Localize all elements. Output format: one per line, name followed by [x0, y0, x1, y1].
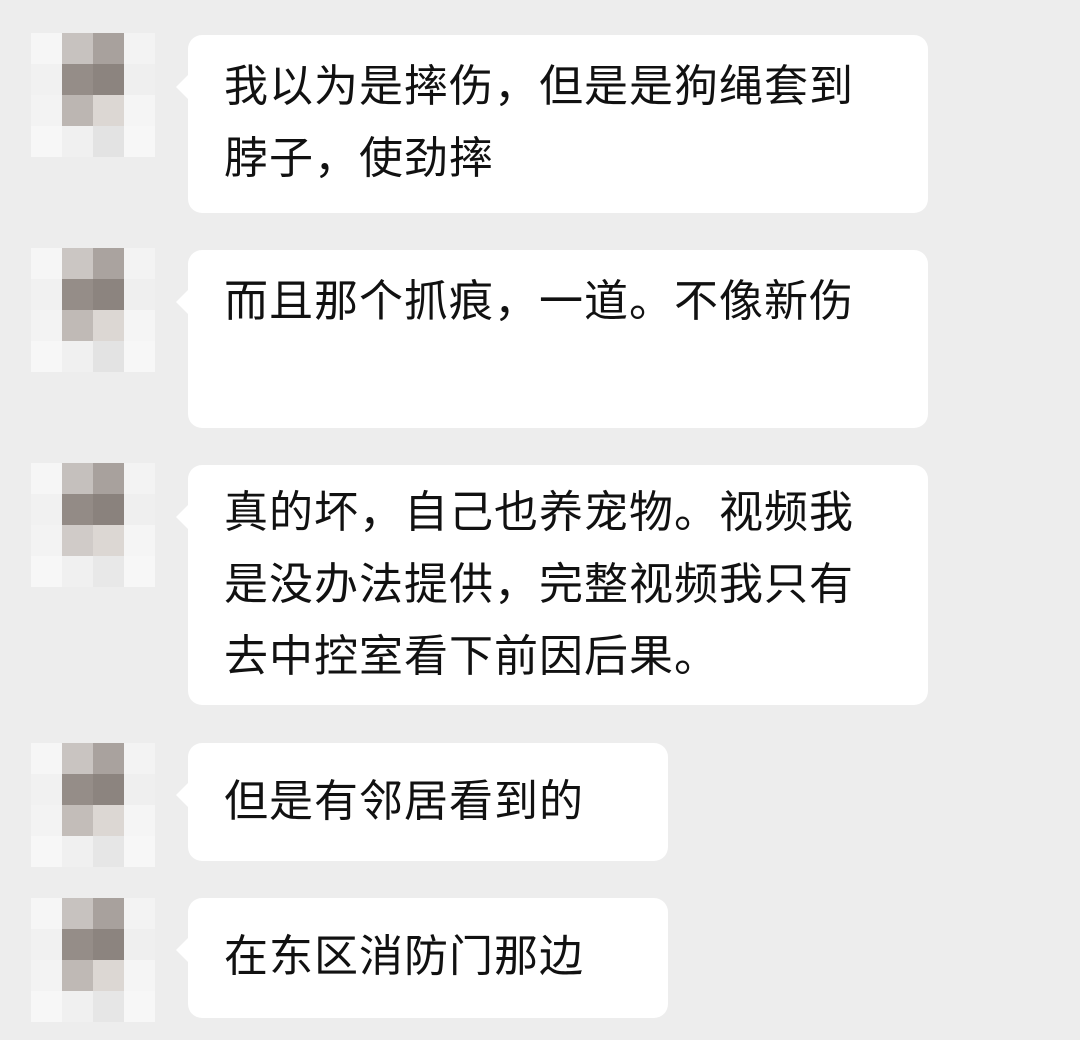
message-row: 我以为是摔伤，但是是狗绳套到脖子，使劲摔: [0, 33, 1080, 213]
message-row: 在东区消防门那边: [0, 898, 1080, 1022]
message-text: 但是有邻居看到的: [224, 776, 584, 827]
message-text: 我以为是摔伤，但是是狗绳套到脖子，使劲摔: [224, 61, 854, 184]
avatar[interactable]: [31, 743, 155, 867]
message-row: 真的坏，自己也养宠物。视频我是没办法提供，完整视频我只有去中控室看下前因后果。: [0, 463, 1080, 708]
message-text: 真的坏，自己也养宠物。视频我是没办法提供，完整视频我只有去中控室看下前因后果。: [224, 487, 854, 682]
message-bubble[interactable]: 在东区消防门那边: [176, 898, 668, 1018]
message-bubble[interactable]: 我以为是摔伤，但是是狗绳套到脖子，使劲摔: [176, 35, 928, 213]
message-bubble[interactable]: 真的坏，自己也养宠物。视频我是没办法提供，完整视频我只有去中控室看下前因后果。: [176, 465, 928, 705]
avatar[interactable]: [31, 463, 155, 587]
message-bubble[interactable]: 而且那个抓痕，一道。不像新伤: [176, 250, 928, 428]
avatar[interactable]: [31, 33, 155, 157]
message-row: 而且那个抓痕，一道。不像新伤: [0, 248, 1080, 428]
message-row: 但是有邻居看到的: [0, 743, 1080, 867]
message-bubble[interactable]: 但是有邻居看到的: [176, 743, 668, 861]
avatar[interactable]: [31, 898, 155, 1022]
avatar[interactable]: [31, 248, 155, 372]
message-text: 在东区消防门那边: [224, 931, 584, 982]
message-text: 而且那个抓痕，一道。不像新伤: [224, 276, 854, 327]
